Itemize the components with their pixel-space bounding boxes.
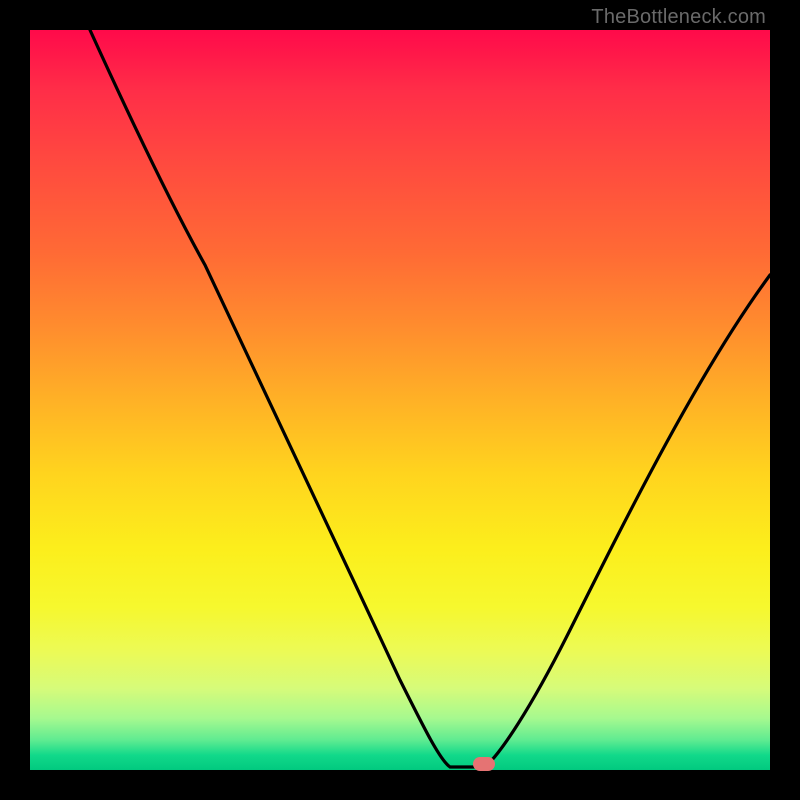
optimal-point-marker (473, 757, 495, 771)
plot-area (30, 30, 770, 770)
chart-frame: TheBottleneck.com (0, 0, 800, 800)
bottleneck-curve (30, 30, 770, 770)
curve-path (90, 30, 770, 767)
watermark-text: TheBottleneck.com (591, 6, 766, 29)
